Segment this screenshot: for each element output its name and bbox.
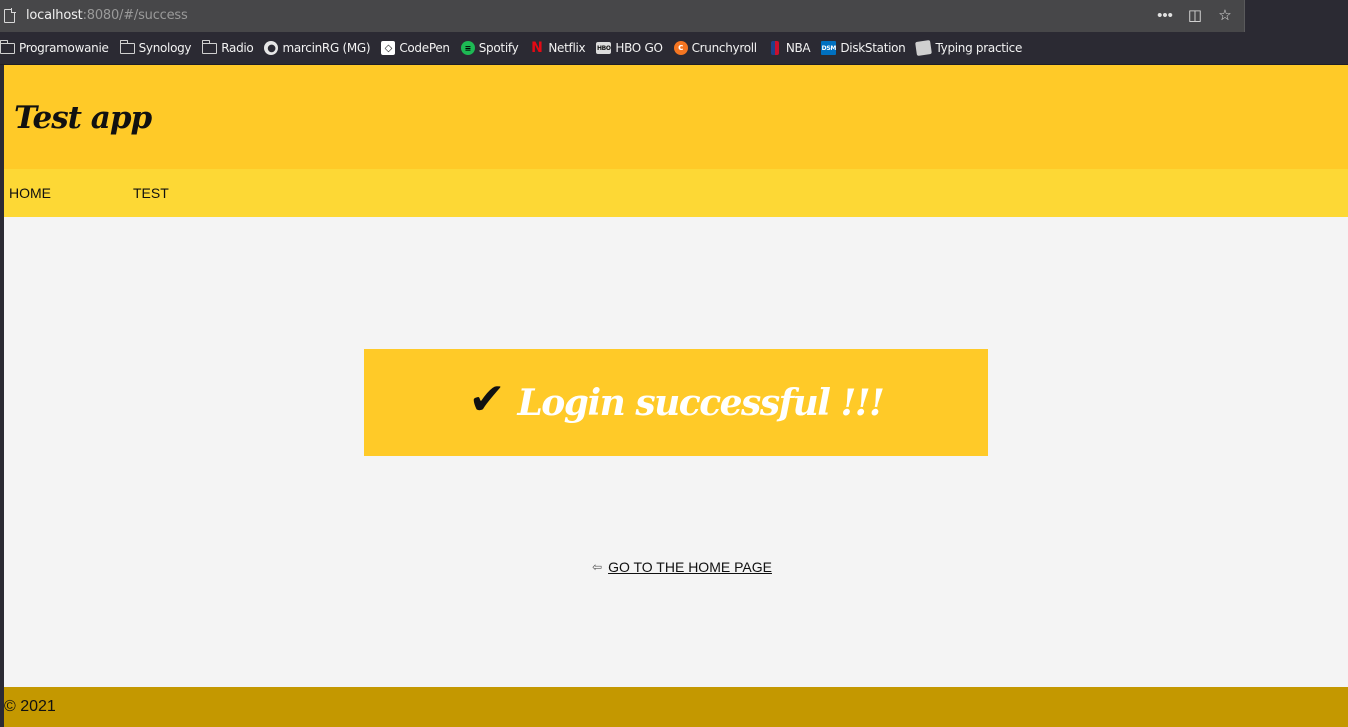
nba-icon — [770, 41, 779, 55]
folder-icon — [202, 39, 218, 54]
bookmark-synology[interactable]: Synology — [119, 39, 192, 55]
page-viewport: Test app HOME TEST ✔ Login successful !!… — [4, 65, 1348, 727]
netflix-icon: N — [531, 40, 543, 56]
bookmark-diskstation[interactable]: DSM DiskStation — [821, 41, 906, 55]
bookmark-label: HBO GO — [615, 41, 663, 55]
more-icon[interactable]: ••• — [1156, 6, 1174, 26]
bookmark-label: CodePen — [399, 41, 450, 55]
crunchyroll-icon: c — [673, 41, 688, 55]
url-bar[interactable]: localhost:8080/#/success ••• ◫ ☆ — [0, 0, 1245, 32]
bookmark-label: Netflix — [548, 41, 586, 55]
github-icon: ● — [264, 41, 279, 55]
url-host: localhost — [26, 8, 83, 23]
success-message: Login successful !!! — [517, 381, 884, 424]
url-text[interactable]: localhost:8080/#/success — [26, 8, 188, 23]
checkmark-icon: ✔ — [468, 373, 506, 425]
go-home-link[interactable]: GO TO THE HOME PAGE — [608, 559, 772, 575]
spotify-icon: ≡ — [460, 41, 475, 55]
bookmarks-toolbar: Programowanie Synology Radio ● marcinRG (… — [0, 32, 1348, 65]
app-title: Test app — [14, 100, 152, 136]
codepen-icon: ◇ — [381, 41, 396, 55]
bookmark-hbo-go[interactable]: HBO HBO GO — [596, 41, 663, 55]
bookmark-radio[interactable]: Radio — [202, 39, 254, 55]
bookmark-nba[interactable]: NBA — [768, 41, 811, 55]
bookmark-crunchyroll[interactable]: c Crunchyroll — [673, 41, 758, 55]
main-content: ✔ Login successful !!! ⇦ GO TO THE HOME … — [4, 217, 1348, 687]
pocket-icon[interactable]: ◫ — [1186, 6, 1204, 26]
hbo-icon: HBO — [596, 42, 612, 54]
bookmark-label: Synology — [138, 41, 192, 55]
bookmark-label: Programowanie — [19, 41, 109, 55]
nav-test-link[interactable]: TEST — [128, 185, 252, 201]
app-footer: © 2021 — [4, 687, 1348, 727]
bookmark-label: marcinRG (MG) — [282, 41, 371, 55]
app-header: Test app — [4, 65, 1348, 169]
bookmark-spotify[interactable]: ≡ Spotify — [460, 41, 519, 55]
typing-icon — [915, 40, 933, 56]
url-path: :8080/#/success — [82, 8, 188, 23]
bookmark-netflix[interactable]: N Netflix — [529, 40, 586, 56]
bookmark-label: Typing practice — [935, 41, 1023, 55]
home-link-row: ⇦ GO TO THE HOME PAGE — [592, 559, 772, 575]
page-icon — [4, 8, 16, 23]
back-arrow-icon: ⇦ — [592, 560, 603, 574]
bookmark-label: NBA — [785, 41, 811, 55]
folder-icon — [0, 39, 15, 54]
nav-home-link[interactable]: HOME — [4, 185, 128, 201]
bookmark-label: Radio — [221, 41, 254, 55]
bookmark-marcinrg[interactable]: ● marcinRG (MG) — [264, 41, 371, 55]
dsm-icon: DSM — [821, 41, 837, 55]
bookmark-label: Crunchyroll — [691, 41, 758, 55]
folder-icon — [119, 39, 135, 54]
bookmark-codepen[interactable]: ◇ CodePen — [381, 41, 450, 55]
success-banner: ✔ Login successful !!! — [364, 349, 988, 456]
bookmark-typing-practice[interactable]: Typing practice — [915, 40, 1023, 56]
bookmark-programowanie[interactable]: Programowanie — [0, 39, 109, 55]
star-icon[interactable]: ☆ — [1216, 6, 1234, 26]
url-actions: ••• ◫ ☆ — [1156, 6, 1234, 26]
bookmark-label: Spotify — [478, 41, 519, 55]
main-nav: HOME TEST — [4, 169, 1348, 217]
bookmark-label: DiskStation — [840, 41, 906, 55]
footer-copyright: © 2021 — [4, 698, 56, 715]
